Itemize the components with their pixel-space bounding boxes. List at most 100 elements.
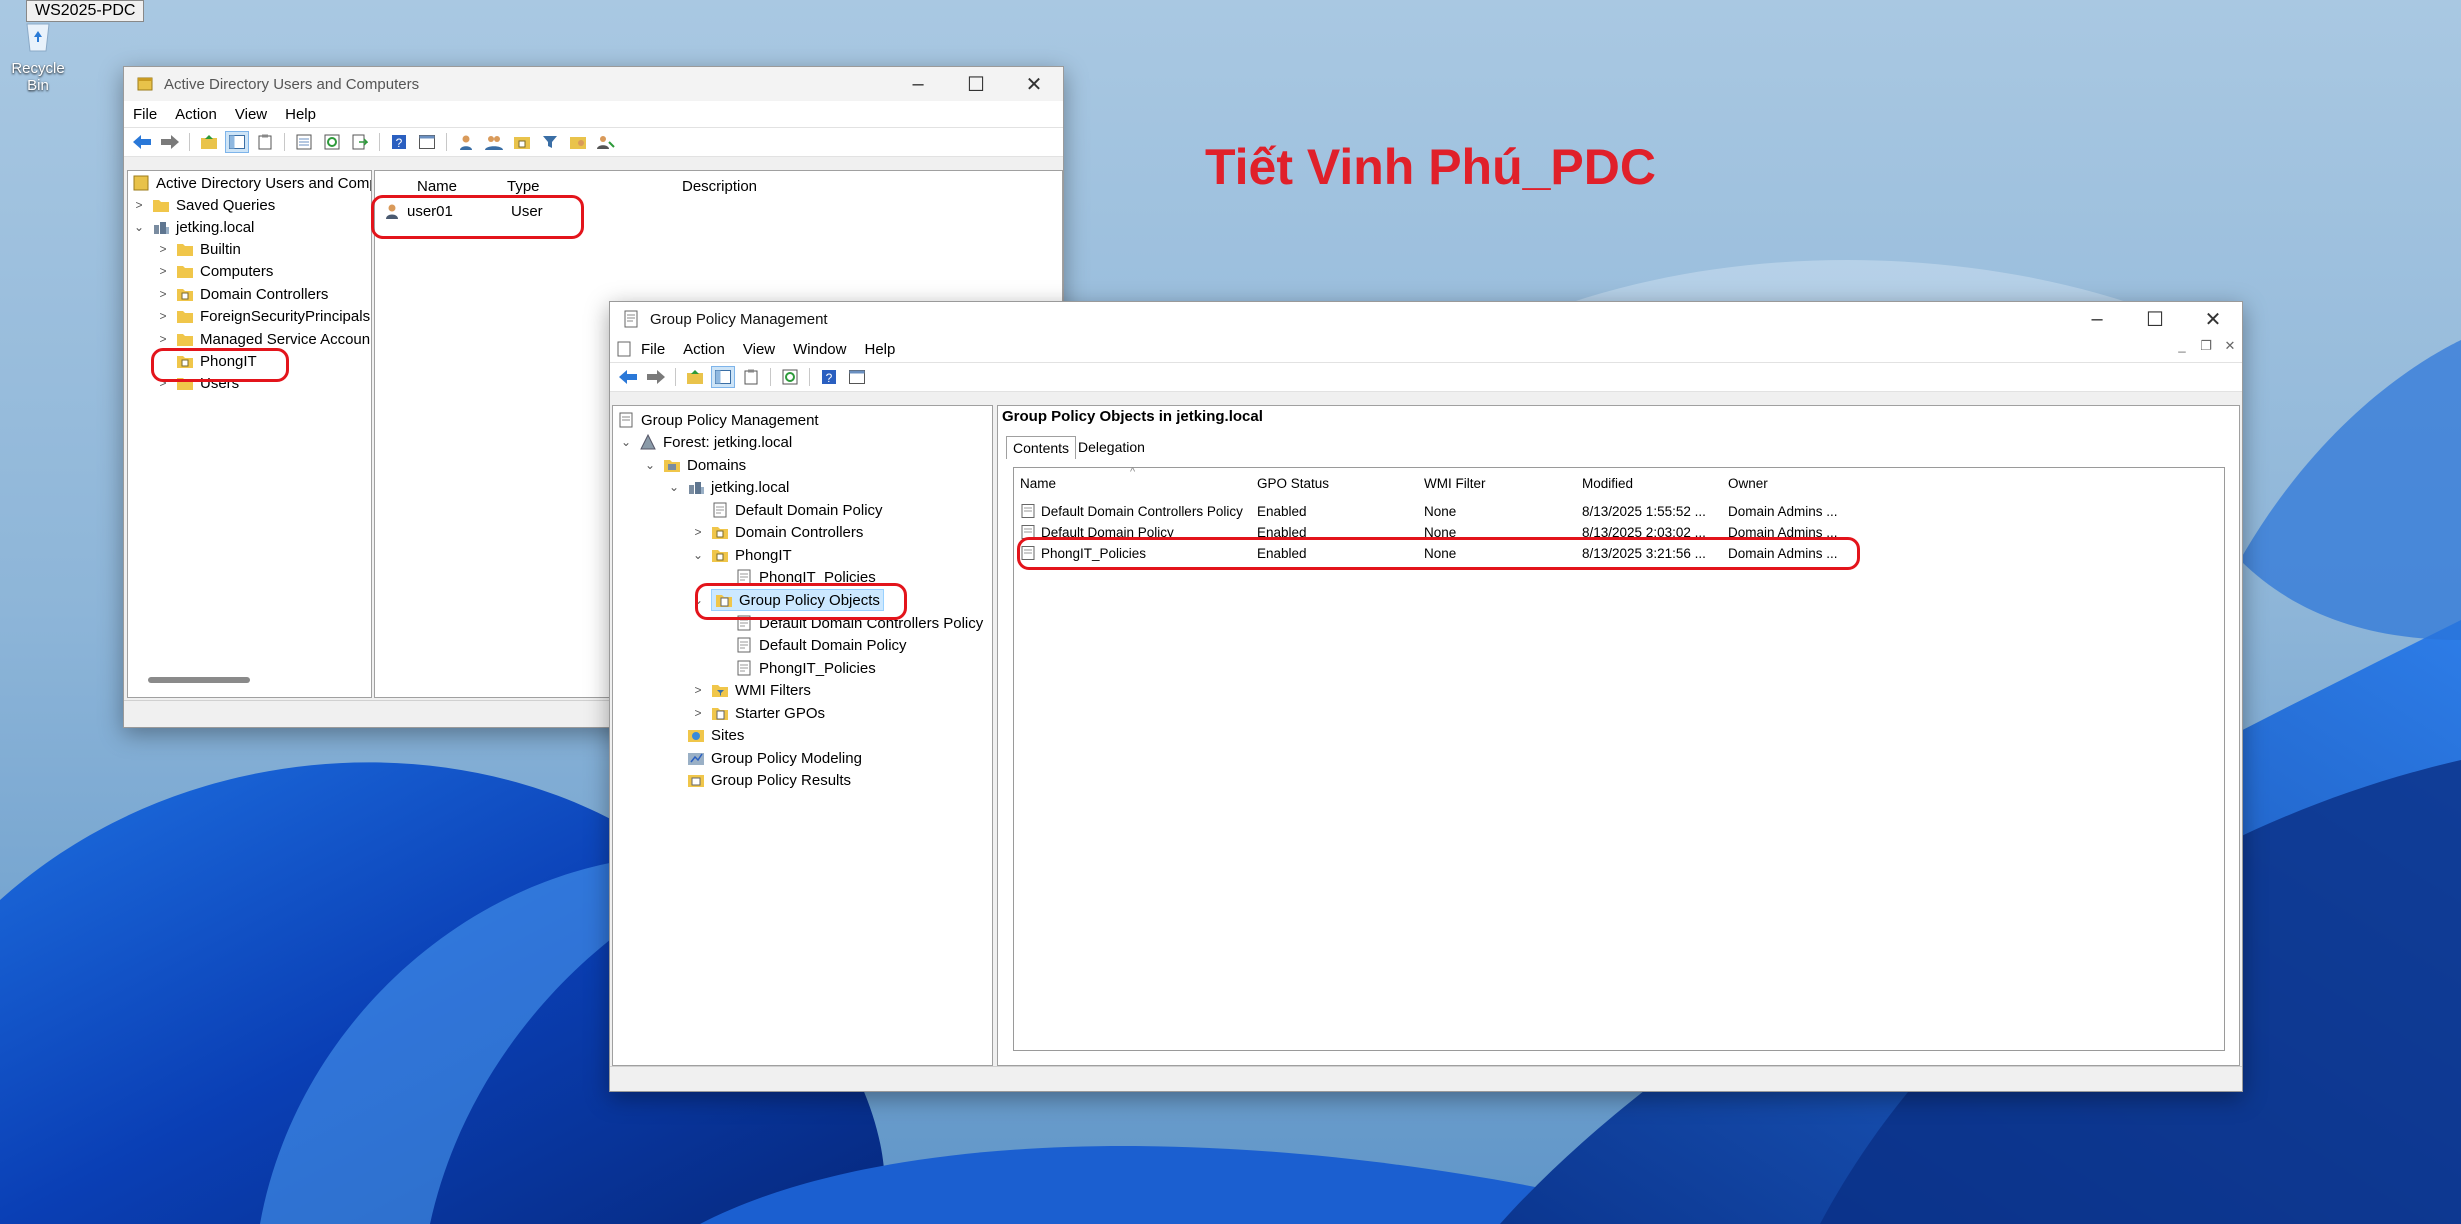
column-header-wmi-filter[interactable]: WMI Filter xyxy=(1424,476,1486,491)
collapse-chevron-icon[interactable]: ⌄ xyxy=(132,220,146,234)
list-button[interactable] xyxy=(292,131,316,153)
tree-item-forest[interactable]: ⌄ Forest: jetking.local xyxy=(619,431,792,453)
collapse-chevron-icon[interactable]: ⌄ xyxy=(619,435,633,449)
expand-chevron-icon[interactable]: > xyxy=(156,287,170,301)
menu-action[interactable]: Action xyxy=(674,341,734,358)
column-header-description[interactable]: Description xyxy=(682,178,757,195)
tree-item-computers[interactable]: > Computers xyxy=(156,260,273,282)
tree-item-domain-controllers[interactable]: > Domain Controllers xyxy=(156,283,328,305)
up-level-button[interactable] xyxy=(197,131,221,153)
horizontal-scrollbar-thumb[interactable] xyxy=(148,677,250,683)
minimize-button[interactable]: – xyxy=(2068,302,2126,336)
close-button[interactable]: ✕ xyxy=(2184,302,2242,336)
column-header-name[interactable]: Name xyxy=(1020,476,1056,491)
tree-item-aduc-root[interactable]: Active Directory Users and Comp xyxy=(132,172,371,194)
delegate-button[interactable] xyxy=(594,131,618,153)
expand-chevron-icon[interactable]: > xyxy=(156,264,170,278)
column-header-modified[interactable]: Modified xyxy=(1582,476,1633,491)
minimize-button[interactable]: – xyxy=(889,67,947,101)
help-button[interactable]: ? xyxy=(387,131,411,153)
tree-item-saved-queries[interactable]: > Saved Queries xyxy=(132,194,275,216)
up-level-button[interactable] xyxy=(683,366,707,388)
refresh-button[interactable] xyxy=(778,366,802,388)
tab-contents[interactable]: Contents xyxy=(1006,436,1077,459)
child-restore-button[interactable]: ❐ xyxy=(2194,338,2218,354)
child-close-button[interactable]: ✕ xyxy=(2218,338,2242,354)
expand-chevron-icon[interactable]: > xyxy=(691,706,705,720)
collapse-chevron-icon[interactable]: ⌄ xyxy=(691,548,705,562)
cell-status: Enabled xyxy=(1257,504,1307,519)
tree-item-sites[interactable]: Sites xyxy=(667,724,744,746)
tree-item-gpo-default-domain-policy[interactable]: Default Domain Policy xyxy=(715,634,907,656)
tree-item-managed-service-accounts[interactable]: > Managed Service Accoun xyxy=(156,328,370,350)
view-button[interactable] xyxy=(845,366,869,388)
menu-view[interactable]: View xyxy=(226,106,276,123)
help-button[interactable]: ? xyxy=(817,366,841,388)
new-user-button[interactable] xyxy=(454,131,478,153)
collapse-chevron-icon[interactable]: ⌄ xyxy=(667,480,681,494)
column-header-owner[interactable]: Owner xyxy=(1728,476,1768,491)
forward-button[interactable] xyxy=(158,131,182,153)
filter-button[interactable] xyxy=(538,131,562,153)
refresh-button[interactable] xyxy=(320,131,344,153)
export-button[interactable] xyxy=(348,131,372,153)
expand-chevron-icon[interactable]: > xyxy=(156,309,170,323)
show-hide-tree-button[interactable] xyxy=(711,366,735,388)
back-button[interactable] xyxy=(616,366,640,388)
cell-owner: Domain Admins ... xyxy=(1728,504,1838,519)
menu-window[interactable]: Window xyxy=(784,341,855,358)
collapse-chevron-icon[interactable]: ⌄ xyxy=(643,458,657,472)
tree-item-starter-gpos[interactable]: > Starter GPOs xyxy=(691,702,825,724)
properties-button[interactable] xyxy=(739,366,763,388)
add-to-group-button[interactable] xyxy=(566,131,590,153)
expand-chevron-icon[interactable]: > xyxy=(691,683,705,697)
close-button[interactable]: ✕ xyxy=(1005,67,1063,101)
tree-item-domain[interactable]: ⌄ jetking.local xyxy=(132,216,254,238)
menu-action[interactable]: Action xyxy=(166,106,226,123)
table-row[interactable]: Default Domain Controllers Policy Enable… xyxy=(1014,502,1844,523)
menu-file[interactable]: File xyxy=(124,106,166,123)
expand-chevron-icon[interactable]: > xyxy=(132,198,146,212)
column-header-gpo-status[interactable]: GPO Status xyxy=(1257,476,1329,491)
tree-item-domains[interactable]: ⌄ Domains xyxy=(643,454,746,476)
expand-chevron-icon[interactable]: > xyxy=(691,525,705,539)
tree-item-domain[interactable]: ⌄ jetking.local xyxy=(667,476,789,498)
maximize-button[interactable]: ☐ xyxy=(2126,302,2184,336)
menu-file[interactable]: File xyxy=(632,341,674,358)
group-icon xyxy=(485,136,503,150)
tree-item-foreign-security-principals[interactable]: > ForeignSecurityPrincipals xyxy=(156,305,370,327)
aduc-title: Active Directory Users and Computers xyxy=(164,75,420,93)
gpo-link-icon xyxy=(713,502,727,518)
menu-help[interactable]: Help xyxy=(276,106,325,123)
tree-item-wmi-filters[interactable]: > WMI Filters xyxy=(691,679,810,701)
recycle-bin[interactable]: Recycle Bin xyxy=(0,18,76,94)
tree-item-gp-modeling[interactable]: Group Policy Modeling xyxy=(667,747,862,769)
tab-delegation[interactable]: Delegation xyxy=(1072,436,1151,458)
console-tree-icon xyxy=(229,135,245,149)
tree-item-gpo-phongit-policies[interactable]: PhongIT_Policies xyxy=(715,657,876,679)
tree-item-builtin[interactable]: > Builtin xyxy=(156,238,240,260)
child-minimize-button[interactable]: _ xyxy=(2170,338,2194,354)
column-header-type[interactable]: Type xyxy=(507,178,540,195)
tree-item-domain-controllers[interactable]: > Domain Controllers xyxy=(691,521,863,543)
maximize-button[interactable]: ☐ xyxy=(947,67,1005,101)
tree-item-gp-results[interactable]: Group Policy Results xyxy=(667,769,851,791)
column-header-name[interactable]: Name xyxy=(417,178,457,195)
view-button[interactable] xyxy=(415,131,439,153)
expand-chevron-icon[interactable]: > xyxy=(156,332,170,346)
gpm-titlebar[interactable]: Group Policy Management – ☐ ✕ xyxy=(610,302,2242,336)
tree-item-gpm-root[interactable]: Group Policy Management xyxy=(617,409,819,431)
new-ou-button[interactable] xyxy=(510,131,534,153)
tree-item-default-domain-policy-link[interactable]: Default Domain Policy xyxy=(691,499,883,521)
menu-view[interactable]: View xyxy=(734,341,784,358)
back-button[interactable] xyxy=(130,131,154,153)
expand-chevron-icon[interactable]: > xyxy=(156,242,170,256)
properties-button[interactable] xyxy=(253,131,277,153)
show-hide-tree-button[interactable] xyxy=(225,131,249,153)
aduc-titlebar[interactable]: Active Directory Users and Computers – ☐… xyxy=(124,67,1063,101)
new-group-button[interactable] xyxy=(482,131,506,153)
gpm-window: Group Policy Management – ☐ ✕ File Actio… xyxy=(609,301,2243,1092)
menu-help[interactable]: Help xyxy=(855,341,904,358)
forward-button[interactable] xyxy=(644,366,668,388)
tree-item-phongit[interactable]: ⌄ PhongIT xyxy=(691,544,792,566)
